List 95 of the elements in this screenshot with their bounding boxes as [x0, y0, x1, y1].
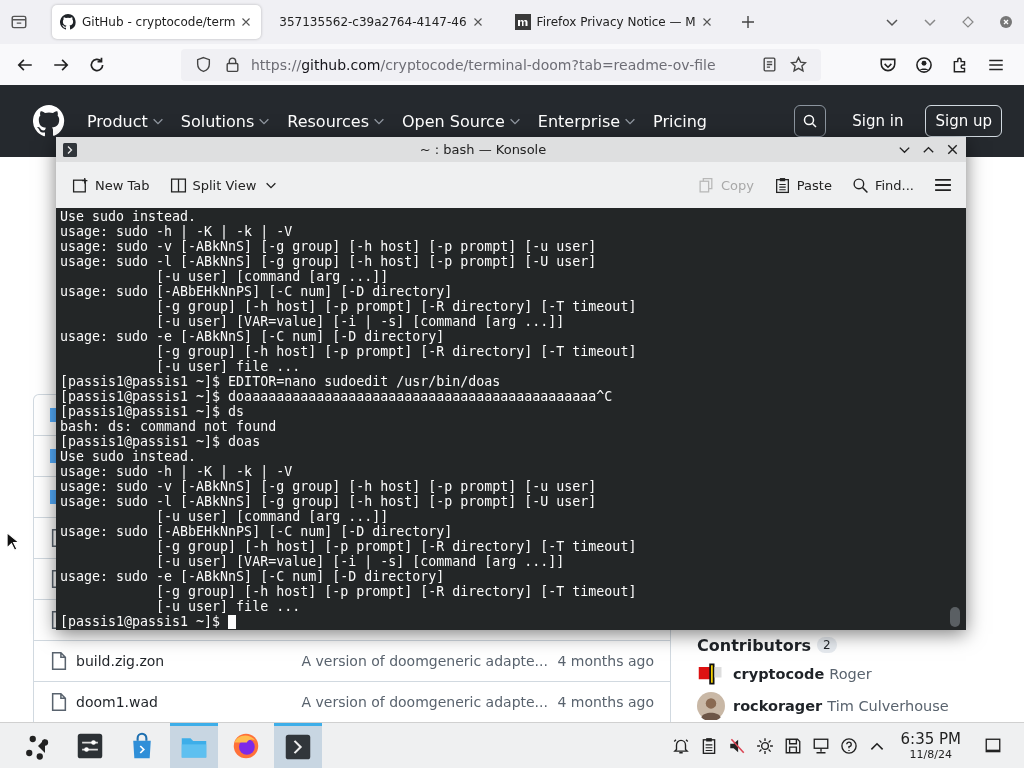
diamond-icon[interactable]	[960, 14, 976, 30]
taskbar-app[interactable]	[274, 722, 322, 768]
browser-globe-icon	[232, 731, 260, 760]
new-tab-icon[interactable]	[739, 14, 756, 30]
split-view-icon	[169, 176, 187, 194]
browser-tab[interactable]: Firefox Privacy Notice — M	[506, 5, 722, 39]
terminal-line: usage: sudo -l [-ABkNnS] [-g group] [-h host] [-p prompt] [-U user]	[60, 494, 597, 509]
clock-date[interactable]: 11/8/24	[900, 748, 961, 761]
contributor-name: Roger	[829, 666, 872, 682]
window-title: ~ : bash — Konsole	[418, 142, 548, 157]
terminal-line: usage: sudo -v [-ABkNnS] [-g group] [-h host] [-p prompt] [-u user]	[60, 239, 597, 254]
terminal-line: [-u user] [VAR=value] [-i | -s] [command [arg ...]]	[155, 314, 565, 329]
terminal-line: usage: sudo [-ABbEHkNnPS] [-C num] [-D directory]	[60, 284, 453, 299]
nav-menu-item[interactable]: Open Source	[402, 111, 522, 131]
terminal-line: [-g group] [-h host] [-p prompt] [-R directory] [-T timeout]	[155, 299, 637, 314]
contributor-name: Tim Culverhouse	[827, 698, 949, 714]
toolbar-button[interactable]: New Tab	[72, 176, 150, 194]
text-cursor	[228, 615, 237, 629]
tab-list-icon[interactable]	[10, 13, 28, 31]
brightness-icon[interactable]	[755, 736, 774, 755]
help-icon[interactable]	[839, 736, 858, 755]
copy-icon	[697, 176, 715, 194]
lock-icon	[224, 56, 241, 73]
network-icon[interactable]	[811, 736, 830, 755]
clipboard-icon	[773, 176, 791, 194]
mouse-pointer-icon	[6, 531, 19, 552]
nav-menu-item[interactable]: Resources	[287, 111, 386, 131]
address-bar[interactable]: https://github.com/cryptocode/terminal-doom?tab=readme-ov-file	[181, 48, 821, 81]
terminal-line: usage: sudo -e [-ABkNnS] [-C num] [-D directory]	[60, 329, 445, 344]
terminal-line: usage: sudo [-ABbEHkNnPS] [-C num] [-D directory]	[60, 524, 453, 539]
terminal-line: usage: sudo -e [-ABkNnS] [-C num] [-D directory]	[60, 569, 445, 584]
clock-time[interactable]: 6:35 PM	[900, 730, 961, 748]
terminal-line: bash: ds: command not found	[60, 419, 277, 434]
terminal-line: [-u user] file ...	[155, 599, 301, 614]
terminal-line: [passis1@passis1 ~]$ doaaaaaaaaaaaaaaaaaaaaaaaaaaaaaaaaaaaaaaaaaaaa^C	[60, 389, 613, 404]
terminal-app-icon	[284, 733, 312, 761]
count-badge: 2	[817, 637, 837, 653]
commit-message-link[interactable]: A version of doomgeneric adapte...	[301, 653, 558, 669]
github-logo-icon[interactable]	[33, 105, 65, 137]
terminal-line: [passis1@passis1 ~]$ ds	[60, 404, 245, 419]
browser-tab[interactable]: GitHub - cryptocode/term	[52, 5, 262, 39]
terminal-line: usage: sudo -h | -K | -k | -V	[60, 224, 293, 239]
commit-time: 4 months ago	[557, 653, 654, 669]
site-logo-icon	[514, 14, 531, 30]
toolbar-button[interactable]: Split View	[169, 176, 279, 194]
reload-icon[interactable]	[88, 55, 106, 74]
menu-icon[interactable]	[934, 176, 952, 194]
terminal-line: [-u user] [VAR=value] [-i | -s] [command [arg ...]]	[155, 554, 565, 569]
contributor-link[interactable]: rockorager	[733, 698, 823, 714]
commit-time: 4 months ago	[557, 694, 654, 710]
file-link[interactable]: doom1.wad	[76, 694, 302, 710]
terminal-line: usage: sudo -v [-ABkNnS] [-g group] [-h host] [-p prompt] [-u user]	[60, 479, 597, 494]
commit-message-link[interactable]: A version of doomgeneric adapte...	[301, 694, 558, 710]
settings-icon	[76, 731, 104, 760]
terminal-line: [-u user] file ...	[155, 359, 301, 374]
save-icon[interactable]	[783, 736, 802, 755]
nav-menu-item[interactable]: Pricing	[653, 111, 707, 131]
bell-icon[interactable]	[671, 736, 690, 755]
shield-icon	[195, 56, 212, 73]
nav-menu-item[interactable]: Product	[87, 111, 165, 131]
toolbar-button[interactable]: Paste	[773, 176, 832, 194]
section-heading: Contributors	[697, 635, 812, 655]
browser-tab[interactable]: 357135562-c39a2764-4147-46	[271, 5, 493, 39]
nav-menu-item[interactable]: Solutions	[180, 111, 272, 131]
contributor-link[interactable]: cryptocode	[733, 666, 825, 682]
terminal-line: [passis1@passis1 ~]$	[60, 614, 222, 629]
file-link[interactable]: build.zig.zon	[76, 653, 302, 669]
nav-menu-item[interactable]: Enterprise	[537, 111, 638, 131]
url-text: https://github.com/cryptocode/terminal-doom?tab=readme-ov-file	[251, 56, 716, 73]
terminal-line: [-g group] [-h host] [-p prompt] [-R directory] [-T timeout]	[155, 344, 637, 359]
toolbar-button[interactable]: Find...	[851, 176, 914, 194]
terminal-line: Use sudo instead.	[60, 209, 197, 224]
sign-in-link[interactable]: Sign in	[844, 107, 912, 135]
star-icon[interactable]	[790, 56, 807, 73]
muted-speaker-icon[interactable]	[727, 736, 746, 755]
terminal-line: [-g group] [-h host] [-p prompt] [-R directory] [-T timeout]	[155, 584, 637, 599]
terminal-line: [-u user] [command [arg ...]]	[155, 269, 389, 284]
terminal-line: [-u user] [command [arg ...]]	[155, 509, 389, 524]
show-desktop-icon[interactable]	[984, 736, 1002, 755]
avatar	[697, 692, 725, 720]
terminal-line: Use sudo instead.	[60, 449, 197, 464]
terminal-line: usage: sudo -l [-ABkNnS] [-g group] [-h host] [-p prompt] [-U user]	[60, 254, 597, 269]
terminal-line: [passis1@passis1 ~]$ doas	[60, 434, 261, 449]
search-icon	[802, 113, 819, 129]
account-icon[interactable]	[915, 55, 933, 74]
terminal-app-icon	[62, 141, 78, 158]
close-icon[interactable]	[945, 142, 960, 157]
terminal-line: usage: sudo -h | -K | -k | -V	[60, 464, 293, 479]
scrollbar-thumb[interactable]	[950, 607, 960, 627]
terminal-line: [passis1@passis1 ~]$ EDITOR=nano sudoedit /usr/bin/doas	[60, 374, 501, 389]
reader-view-icon[interactable]	[761, 56, 778, 73]
search-icon	[851, 176, 869, 194]
terminal-line: [-g group] [-h host] [-p prompt] [-R directory] [-T timeout]	[155, 539, 637, 554]
github-logo-icon	[60, 14, 76, 30]
new-tab-icon	[72, 176, 89, 194]
